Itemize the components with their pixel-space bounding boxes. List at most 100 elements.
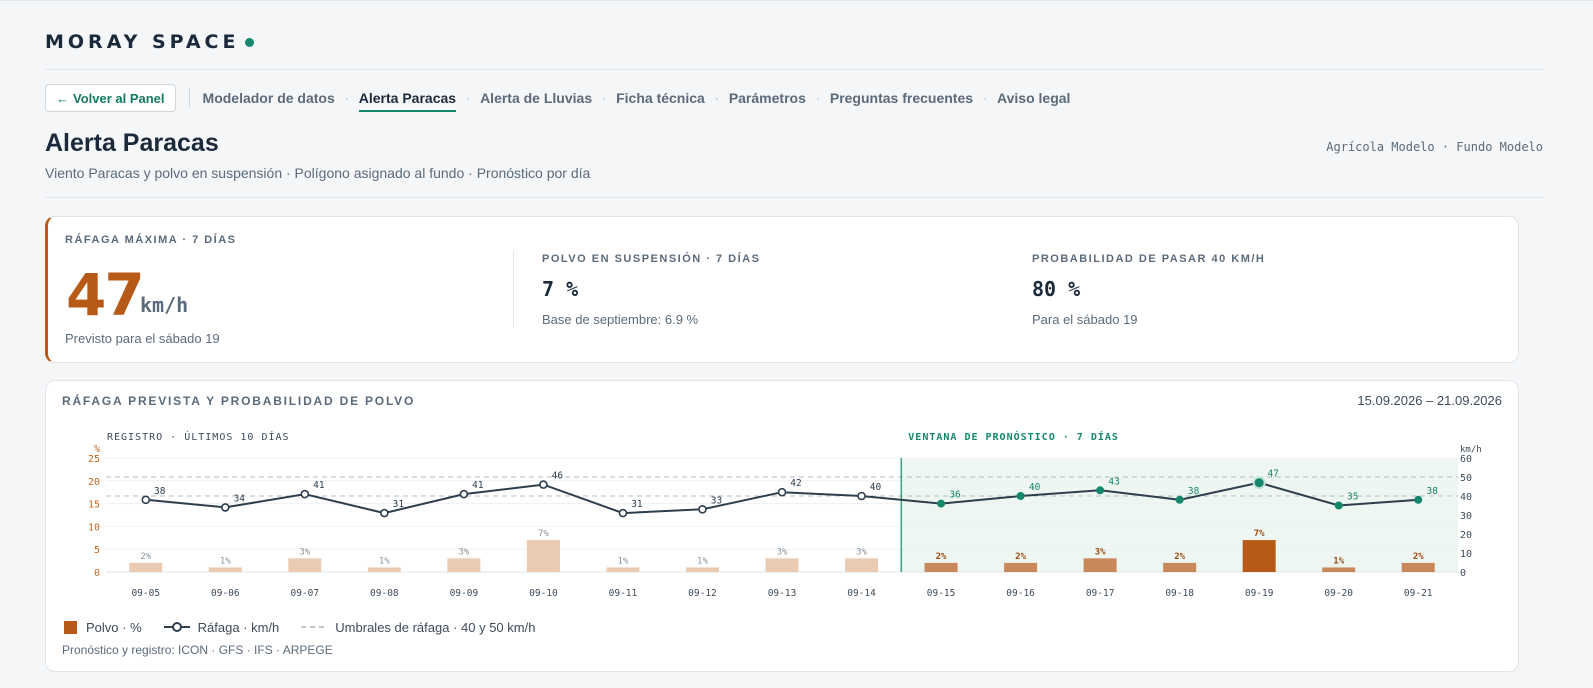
dust-bar xyxy=(208,567,242,572)
gust-point-label: 36 xyxy=(949,490,961,501)
dust-bar xyxy=(606,567,640,572)
gust-point xyxy=(1334,501,1343,510)
right-axis-tick-label: 10 xyxy=(1460,549,1472,560)
dust-bar-label: 1% xyxy=(618,556,629,566)
legend-dust-label: Polvo · % xyxy=(86,619,142,635)
dust-bar xyxy=(288,558,322,572)
gust-point xyxy=(1414,495,1423,504)
gust-point-label: 31 xyxy=(631,499,643,510)
nav-item-aviso-legal[interactable]: Aviso legal xyxy=(997,84,1070,112)
dust-bar xyxy=(924,562,958,572)
x-axis-tick-label: 09-14 xyxy=(847,588,876,599)
nav-divider xyxy=(188,89,190,107)
region-label-history: REGISTRO · ÚLTIMOS 10 DÍAS xyxy=(107,430,290,443)
chart-card: RÁFAGA PREVISTA Y PROBABILIDAD DE POLVO … xyxy=(45,380,1519,672)
gust-point xyxy=(1252,476,1266,490)
dust-bar xyxy=(367,567,401,572)
status-dot-icon xyxy=(245,37,255,47)
x-axis-tick-label: 09-11 xyxy=(609,588,638,599)
brand-name: MORAY SPACE xyxy=(45,31,240,53)
arrow-left-icon: ← xyxy=(56,90,69,106)
legend-dust: Polvo · % xyxy=(64,620,142,635)
legend-gust-label: Ráfaga · km/h xyxy=(197,619,280,635)
right-axis-tick-label: 40 xyxy=(1460,492,1472,503)
x-axis-tick-label: 09-06 xyxy=(211,588,240,599)
dust-kpi-label: POLVO EN SUSPENSIÓN · 7 DÍAS xyxy=(542,253,761,265)
gust-point xyxy=(777,487,787,497)
dust-bar-label: 3% xyxy=(1095,547,1106,557)
gust-point xyxy=(1175,495,1184,504)
line-marker-icon xyxy=(163,622,190,632)
dust-bar-label: 7% xyxy=(538,529,549,539)
dust-bar-label: 1% xyxy=(220,556,231,566)
dust-bar xyxy=(526,540,560,572)
x-axis-tick-label: 09-19 xyxy=(1245,588,1274,599)
gust-kpi-note: Previsto para el sábado 19 xyxy=(65,331,220,346)
left-axis-tick-label: 25 xyxy=(88,454,100,465)
x-axis-tick-label: 09-07 xyxy=(291,588,320,599)
nav-item-parametros[interactable]: Parámetros xyxy=(729,84,806,112)
gust-point xyxy=(380,508,389,518)
chart-legend: Polvo · % Ráfaga · km/h Umbrales de ráfa… xyxy=(64,618,557,636)
gust-point xyxy=(857,491,866,501)
back-to-panel-button[interactable]: ← Volver al Panel xyxy=(45,84,176,112)
dust-kpi-value: 7 % xyxy=(542,277,579,301)
left-axis-tick-label: 0 xyxy=(94,568,100,579)
kpi-card: RÁFAGA MÁXIMA · 7 DÍAS 47 km/h Previsto … xyxy=(45,216,1519,363)
gust-point-label: 42 xyxy=(790,478,801,489)
gust-point-label: 35 xyxy=(1347,492,1358,503)
gust-point xyxy=(618,508,628,518)
gust-point xyxy=(937,499,946,508)
nav-separator: · xyxy=(466,91,471,105)
gust-point-label: 38 xyxy=(1188,486,1200,497)
dust-bar-label: 3% xyxy=(299,547,310,557)
gust-point-label: 41 xyxy=(472,480,484,491)
page-title: Alerta Paracas xyxy=(45,129,219,157)
prob-kpi-label: PROBABILIDAD DE PASAR 40 KM/H xyxy=(1032,253,1266,265)
gust-point xyxy=(1016,492,1025,500)
gust-point xyxy=(539,480,548,489)
main-nav: ← Volver al Panel Modelador de datos · Ale… xyxy=(45,84,1070,112)
dust-bar-label: 1% xyxy=(697,556,708,566)
page-subtitle: Viento Paracas y polvo en suspensión · P… xyxy=(45,165,591,181)
gust-kpi-label: RÁFAGA MÁXIMA · 7 DÍAS xyxy=(65,234,237,246)
gust-point-label: 38 xyxy=(154,486,166,497)
dust-bar xyxy=(447,558,481,572)
dust-bar xyxy=(129,562,163,572)
nav-separator: · xyxy=(815,91,820,105)
nav-items: Modelador de datos · Alerta Paracas · Alerta… xyxy=(203,84,1070,112)
gust-point-label: 40 xyxy=(1029,482,1041,493)
dust-bar-label: 2% xyxy=(1413,552,1424,562)
nav-separator: · xyxy=(602,91,607,105)
nav-item-alerta-de-lluvias[interactable]: Alerta de Lluvias xyxy=(480,84,592,112)
gust-point xyxy=(1096,486,1105,495)
nav-item-ficha-tecnica[interactable]: Ficha técnica xyxy=(616,84,705,112)
gust-point-label: 38 xyxy=(1427,486,1439,497)
legend-thresholds-label: Umbrales de ráfaga · 40 y 50 km/h xyxy=(335,619,536,635)
nav-item-modelador-de-datos[interactable]: Modelador de datos xyxy=(203,84,335,112)
dust-bar xyxy=(765,558,799,572)
dust-kpi-note: Base de septiembre: 6.9 % xyxy=(542,312,699,327)
brand: MORAY SPACE xyxy=(45,30,255,54)
left-axis-tick-label: 20 xyxy=(88,477,100,488)
x-axis-tick-label: 09-21 xyxy=(1404,588,1433,599)
back-button-label: Volver al Panel xyxy=(73,90,165,106)
nav-item-preguntas-frecuentes[interactable]: Preguntas frecuentes xyxy=(830,84,973,112)
legend-gust: Ráfaga · km/h xyxy=(163,619,280,635)
dust-bar-label: 7% xyxy=(1254,529,1265,539)
title-divider xyxy=(45,197,1543,198)
header-divider xyxy=(45,69,1543,70)
dust-bar-label: 1% xyxy=(1333,556,1344,566)
dust-bar-label: 3% xyxy=(856,547,867,557)
gust-point-label: 41 xyxy=(313,480,325,491)
dust-bar-label: 2% xyxy=(1015,552,1026,562)
nav-item-alerta-paracas[interactable]: Alerta Paracas xyxy=(358,84,457,112)
x-axis-tick-label: 09-05 xyxy=(131,588,160,599)
gust-point-label: 31 xyxy=(393,499,405,510)
gust-point-label: 34 xyxy=(234,493,246,504)
x-axis-tick-label: 09-16 xyxy=(1006,588,1035,599)
dust-bar-label: 1% xyxy=(379,556,390,566)
gust-point xyxy=(220,503,230,512)
top-border xyxy=(0,0,1593,1)
x-axis-tick-label: 09-10 xyxy=(529,588,558,599)
